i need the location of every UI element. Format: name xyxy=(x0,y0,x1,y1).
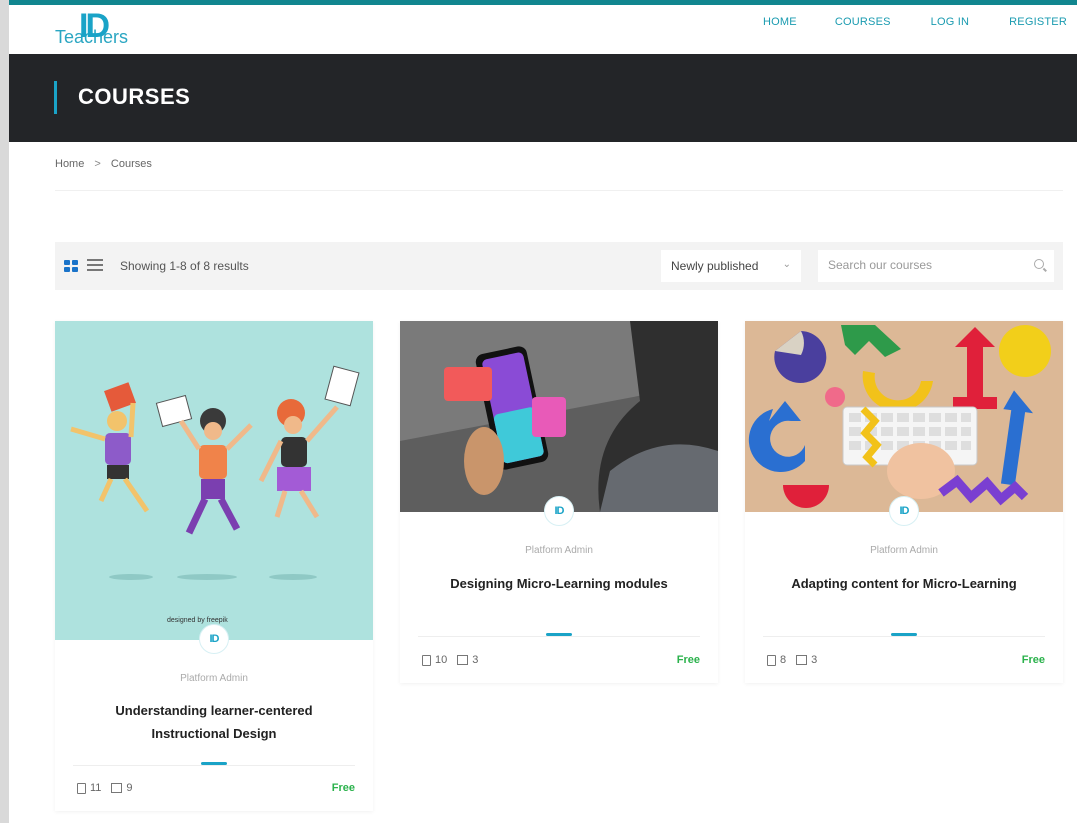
lessons-icon xyxy=(422,654,431,666)
nav-login[interactable]: LOG IN xyxy=(931,16,970,28)
page-title: COURSES xyxy=(78,84,191,109)
lessons-icon xyxy=(767,654,776,666)
breadcrumb: Home > Courses xyxy=(55,158,152,170)
course-thumbnail[interactable] xyxy=(745,321,1063,512)
lessons-count: 10 xyxy=(435,654,448,666)
logo-mark: ID xyxy=(79,7,110,45)
course-card[interactable]: ID Platform Admin Adapting content for M… xyxy=(745,321,1063,683)
course-price: Free xyxy=(331,782,355,794)
main-nav: HOME COURSES LOG IN REGISTER xyxy=(763,16,1067,28)
banner-accent xyxy=(54,81,57,114)
nav-home[interactable]: HOME xyxy=(763,16,797,28)
site-logo[interactable]: Teachers ID xyxy=(55,7,175,51)
smartphone-photo xyxy=(400,321,718,512)
course-title[interactable]: Understanding learner-centered Instructi… xyxy=(55,699,373,745)
chevron-down-icon: ⌄ xyxy=(782,259,791,270)
sort-value: Newly published xyxy=(671,259,759,273)
breadcrumb-current: Courses xyxy=(110,158,152,170)
course-price: Free xyxy=(676,654,700,666)
students-count: 3 xyxy=(472,654,479,666)
course-author[interactable]: Platform Admin xyxy=(400,545,718,556)
course-price: Free xyxy=(1021,654,1045,666)
course-title[interactable]: Designing Micro-Learning modules xyxy=(400,572,718,595)
students-illustration xyxy=(70,365,360,580)
course-thumbnail[interactable]: designed by freepik xyxy=(55,321,373,640)
shapes-keyboard-photo xyxy=(745,321,1063,512)
course-search xyxy=(818,250,1054,282)
students-count: 3 xyxy=(811,654,818,666)
search-icon[interactable] xyxy=(1034,259,1044,269)
grid-view-icon[interactable] xyxy=(64,260,79,272)
students-icon xyxy=(111,783,123,793)
card-divider xyxy=(418,636,700,637)
course-author[interactable]: Platform Admin xyxy=(55,673,373,684)
results-count: Showing 1-8 of 8 results xyxy=(120,259,249,273)
author-avatar[interactable]: ID xyxy=(889,496,919,526)
students-count: 9 xyxy=(126,782,133,794)
course-author[interactable]: Platform Admin xyxy=(745,545,1063,556)
course-meta: 8 3 xyxy=(767,654,817,666)
lessons-count: 8 xyxy=(780,654,787,666)
course-card[interactable]: ID Platform Admin Designing Micro-Learni… xyxy=(400,321,718,683)
lessons-icon xyxy=(77,782,86,794)
list-view-icon[interactable] xyxy=(87,259,103,272)
courses-toolbar: Showing 1-8 of 8 results Newly published… xyxy=(55,242,1063,290)
author-avatar[interactable]: ID xyxy=(199,624,229,654)
page: Teachers ID HOME COURSES LOG IN REGISTER… xyxy=(9,0,1077,823)
course-title[interactable]: Adapting content for Micro-Learning xyxy=(745,572,1063,595)
image-credit: designed by freepik xyxy=(167,617,228,624)
nav-register[interactable]: REGISTER xyxy=(1009,16,1067,28)
breadcrumb-divider xyxy=(55,190,1063,191)
breadcrumb-home[interactable]: Home xyxy=(55,158,84,170)
lessons-count: 11 xyxy=(90,782,102,794)
course-meta: 11 9 xyxy=(77,782,133,794)
breadcrumb-separator: > xyxy=(94,158,101,170)
students-icon xyxy=(796,655,808,665)
course-card[interactable]: designed by freepik ID Platform Admin Un… xyxy=(55,321,373,811)
nav-courses[interactable]: COURSES xyxy=(835,16,891,28)
card-divider xyxy=(763,636,1045,637)
course-thumbnail[interactable] xyxy=(400,321,718,512)
site-header: Teachers ID HOME COURSES LOG IN REGISTER xyxy=(9,5,1077,54)
sort-select[interactable]: Newly published ⌄ xyxy=(661,250,801,282)
card-divider xyxy=(73,765,355,766)
page-banner: COURSES xyxy=(9,54,1077,142)
search-input[interactable] xyxy=(818,250,1018,280)
author-avatar[interactable]: ID xyxy=(544,496,574,526)
course-meta: 10 3 xyxy=(422,654,478,666)
students-icon xyxy=(457,655,469,665)
